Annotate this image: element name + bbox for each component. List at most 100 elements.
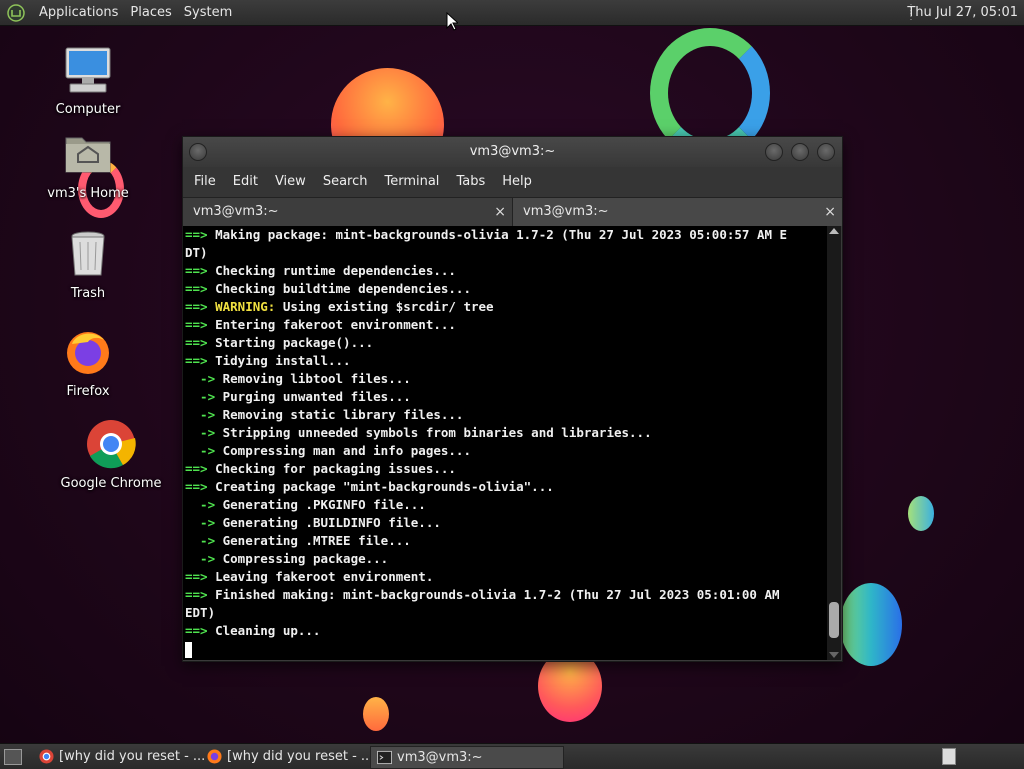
desktop-icon-label: Google Chrome bbox=[60, 476, 162, 491]
line-text: Finished making: mint-backgrounds-olivia… bbox=[207, 587, 780, 602]
line-text: Cleaning up... bbox=[207, 623, 321, 638]
line-text: Purging unwanted files... bbox=[215, 389, 411, 404]
menu-search[interactable]: Search bbox=[316, 167, 375, 197]
terminal-line: EDT) bbox=[185, 604, 827, 622]
terminal-line: ==> Checking for packaging issues... bbox=[185, 460, 827, 478]
terminal-line: -> Compressing package... bbox=[185, 550, 827, 568]
terminal-window: vm3@vm3:~ File Edit View Search Terminal… bbox=[182, 136, 843, 662]
desktop-icon-label: Computer bbox=[55, 102, 121, 117]
line-text: Removing static library files... bbox=[215, 407, 464, 422]
line-text: Starting package()... bbox=[207, 335, 374, 350]
tab-bar: vm3@vm3:~ × vm3@vm3:~ × bbox=[183, 197, 842, 226]
window-title: vm3@vm3:~ bbox=[469, 144, 556, 159]
terminal-line: -> Generating .PKGINFO file... bbox=[185, 496, 827, 514]
tab-label: vm3@vm3:~ bbox=[193, 204, 279, 219]
line-text: Checking for packaging issues... bbox=[207, 461, 456, 476]
workspace-switcher[interactable] bbox=[942, 748, 956, 765]
prompt-arrow: -> bbox=[185, 497, 216, 512]
wallpaper-small-oval bbox=[908, 496, 934, 531]
firefox-icon bbox=[67, 332, 109, 374]
menu-edit[interactable]: Edit bbox=[226, 167, 265, 197]
tab-1[interactable]: vm3@vm3:~ × bbox=[183, 198, 513, 226]
taskbar-item-label: [why did you reset - ... bbox=[227, 749, 374, 764]
places-menu[interactable]: Places bbox=[124, 0, 177, 25]
prompt-arrow: ==> bbox=[185, 353, 208, 368]
line-text: Stripping unneeded symbols from binaries… bbox=[215, 425, 652, 440]
desktop-icon-firefox[interactable]: Firefox bbox=[33, 326, 143, 399]
desktop-icon-chrome[interactable]: Google Chrome bbox=[56, 418, 166, 491]
terminal-line: ==> Creating package "mint-backgrounds-o… bbox=[185, 478, 827, 496]
prompt-arrow: -> bbox=[185, 515, 216, 530]
scroll-up-icon[interactable] bbox=[829, 228, 839, 234]
terminal-line: ==> Starting package()... bbox=[185, 334, 827, 352]
desktop-icon-label: Firefox bbox=[66, 384, 110, 399]
tab-close-icon[interactable]: × bbox=[824, 198, 836, 226]
menu-terminal[interactable]: Terminal bbox=[377, 167, 446, 197]
terminal-line: -> Removing static library files... bbox=[185, 406, 827, 424]
mint-logo-icon[interactable] bbox=[7, 3, 25, 22]
line-text: Compressing man and info pages... bbox=[215, 443, 471, 458]
terminal-line: -> Removing libtool files... bbox=[185, 370, 827, 388]
line-text: DT) bbox=[185, 245, 208, 260]
prompt-arrow: ==> bbox=[185, 569, 208, 584]
prompt-arrow: ==> bbox=[185, 461, 208, 476]
desktop-icon-computer[interactable]: Computer bbox=[33, 44, 143, 117]
line-text: Using existing $srcdir/ tree bbox=[275, 299, 494, 314]
menu-file[interactable]: File bbox=[187, 167, 223, 197]
menu-view[interactable]: View bbox=[268, 167, 313, 197]
terminal-line: -> Generating .BUILDINFO file... bbox=[185, 514, 827, 532]
menu-tabs[interactable]: Tabs bbox=[449, 167, 492, 197]
firefox-icon bbox=[207, 749, 222, 764]
maximize-button[interactable] bbox=[791, 143, 809, 161]
line-text: Entering fakeroot environment... bbox=[207, 317, 456, 332]
clock[interactable]: Thu Jul 27, 05:01 bbox=[907, 0, 1018, 25]
desktop-icon-trash[interactable]: Trash bbox=[33, 228, 143, 301]
desktop-icon-label: vm3's Home bbox=[47, 186, 129, 201]
show-desktop-icon[interactable] bbox=[4, 749, 22, 765]
prompt-arrow: -> bbox=[185, 425, 216, 440]
line-text: Leaving fakeroot environment. bbox=[207, 569, 434, 584]
terminal-line: DT) bbox=[185, 244, 827, 262]
prompt-arrow: ==> bbox=[185, 281, 208, 296]
desktop-icon-home[interactable]: vm3's Home bbox=[33, 128, 143, 201]
taskbar-item-chrome[interactable]: [why did you reset - ... bbox=[33, 746, 224, 767]
home-folder-icon bbox=[65, 137, 111, 173]
terminal-line: ==> Checking runtime dependencies... bbox=[185, 262, 827, 280]
terminal-line: -> Compressing man and info pages... bbox=[185, 442, 827, 460]
wallpaper-tiny-oval bbox=[363, 697, 389, 731]
menu-help[interactable]: Help bbox=[495, 167, 539, 197]
scroll-down-icon[interactable] bbox=[829, 652, 839, 658]
taskbar-item-label: vm3@vm3:~ bbox=[397, 750, 483, 765]
terminal-line: ==> Cleaning up... bbox=[185, 622, 827, 640]
line-text: Creating package "mint-backgrounds-olivi… bbox=[207, 479, 554, 494]
computer-icon bbox=[65, 47, 111, 93]
prompt-arrow: ==> bbox=[185, 299, 208, 314]
window-titlebar[interactable]: vm3@vm3:~ bbox=[183, 137, 842, 167]
terminal-line: ==> WARNING: Using existing $srcdir/ tre… bbox=[185, 298, 827, 316]
applications-menu[interactable]: Applications bbox=[33, 0, 124, 25]
prompt-arrow: -> bbox=[185, 551, 216, 566]
terminal-icon bbox=[377, 750, 392, 765]
prompt-arrow: -> bbox=[185, 407, 216, 422]
scrollbar[interactable] bbox=[827, 226, 841, 660]
terminal-line: ==> Tidying install... bbox=[185, 352, 827, 370]
taskbar-item-firefox[interactable]: [why did you reset - ... bbox=[201, 746, 392, 767]
warning-label: WARNING: bbox=[207, 299, 276, 314]
line-text: Generating .PKGINFO file... bbox=[215, 497, 426, 512]
system-menu[interactable]: System bbox=[178, 0, 238, 25]
wallpaper-blue-oval bbox=[840, 583, 902, 666]
taskbar-item-terminal[interactable]: vm3@vm3:~ bbox=[370, 746, 564, 769]
tab-2[interactable]: vm3@vm3:~ × bbox=[513, 198, 842, 226]
line-text: Tidying install... bbox=[207, 353, 351, 368]
terminal-output[interactable]: ==> Making package: mint-backgrounds-oli… bbox=[183, 226, 827, 660]
scrollbar-thumb[interactable] bbox=[829, 602, 839, 638]
tab-close-icon[interactable]: × bbox=[494, 198, 506, 226]
bottom-panel: [why did you reset - ... [why did you re… bbox=[0, 743, 1024, 769]
prompt-arrow: -> bbox=[185, 533, 216, 548]
prompt-arrow: ==> bbox=[185, 623, 208, 638]
line-text: Compressing package... bbox=[215, 551, 389, 566]
close-button[interactable] bbox=[817, 143, 835, 161]
text-cursor bbox=[185, 641, 192, 658]
chrome-icon bbox=[87, 420, 136, 469]
minimize-button[interactable] bbox=[765, 143, 783, 161]
